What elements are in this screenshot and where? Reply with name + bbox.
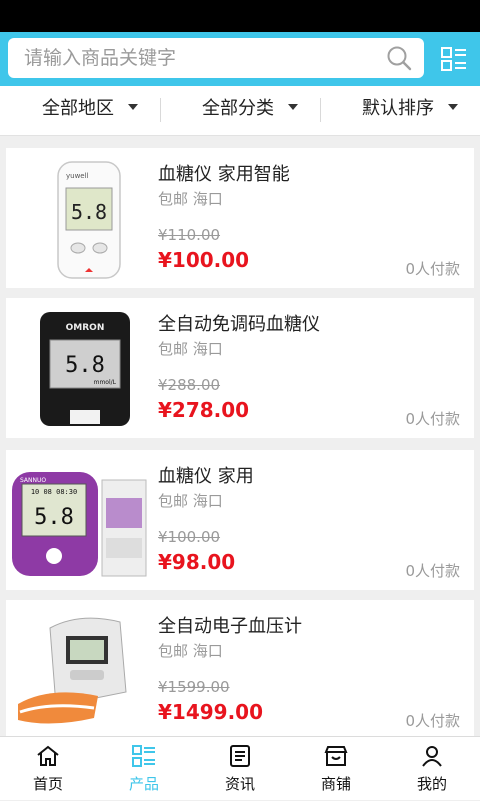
product-price: ¥98.00	[158, 550, 236, 574]
sold-count: 0人付款	[405, 260, 460, 278]
tab-home-label: 首页	[32, 775, 63, 793]
product-card[interactable]: yuwell 5.8 血糖仪 家用智能 包邮 海口 ¥110.00 ¥100.0…	[6, 148, 474, 288]
bottom-tab-bar: 首页 产品 资讯 商铺 我的	[0, 736, 480, 800]
chevron-down-icon	[128, 104, 138, 110]
tab-home[interactable]: 首页	[0, 737, 96, 801]
sold-count: 0人付款	[405, 562, 460, 580]
brand-text: yuwell	[66, 172, 89, 180]
glucose-meter-image: yuwell 5.8	[57, 161, 121, 279]
search-input[interactable]: 请输入商品关键字	[8, 38, 424, 78]
search-icon[interactable]	[386, 45, 412, 71]
tab-stores[interactable]: 商铺	[288, 737, 384, 801]
product-name: 血糖仪 家用	[158, 466, 254, 487]
product-card[interactable]: 全自动电子血压计 包邮 海口 ¥1599.00 ¥1499.00 0人付款	[6, 600, 474, 740]
tab-profile[interactable]: 我的	[384, 737, 480, 801]
glucose-meter-image: SANNUO 10 08 08:30 5.8	[12, 472, 147, 577]
news-icon	[230, 745, 250, 767]
original-price: ¥288.00	[158, 376, 221, 394]
product-price: ¥100.00	[158, 248, 250, 272]
chevron-down-icon	[448, 104, 458, 110]
chevron-down-icon	[288, 104, 298, 110]
product-location: 包邮 海口	[158, 642, 223, 660]
tab-stores-label: 商铺	[320, 775, 351, 793]
category-menu-icon[interactable]	[440, 45, 468, 73]
filter-category[interactable]: 全部分类	[202, 86, 298, 136]
product-name: 全自动免调码血糖仪	[158, 314, 320, 335]
display-unit: mmol/L	[94, 379, 117, 386]
filter-divider	[320, 98, 321, 122]
filter-region[interactable]: 全部地区	[42, 86, 138, 136]
sold-count: 0人付款	[405, 410, 460, 428]
search-placeholder: 请输入商品关键字	[24, 47, 177, 69]
product-name: 血糖仪 家用智能	[158, 164, 290, 185]
blood-pressure-monitor-image	[18, 617, 127, 724]
product-name: 全自动电子血压计	[158, 616, 302, 637]
product-card[interactable]: OMRON 5.8 mmol/L 全自动免调码血糖仪 包邮 海口 ¥288.00…	[6, 298, 474, 438]
product-location: 包邮 海口	[158, 340, 223, 358]
display-reading: 5.8	[65, 353, 105, 378]
tab-news-label: 资讯	[224, 775, 255, 793]
display-reading: 5.8	[71, 200, 107, 224]
filter-sort[interactable]: 默认排序	[362, 86, 458, 136]
original-price: ¥100.00	[158, 528, 221, 546]
home-icon	[37, 745, 59, 766]
filter-region-label: 全部地区	[42, 98, 114, 119]
tab-profile-label: 我的	[416, 775, 447, 793]
product-price: ¥278.00	[158, 398, 250, 422]
status-bar	[0, 0, 480, 32]
original-price: ¥110.00	[158, 226, 221, 244]
filter-sort-label: 默认排序	[362, 98, 434, 119]
brand-text: SANNUO	[20, 477, 46, 484]
sold-count: 0人付款	[405, 712, 460, 730]
store-icon	[324, 746, 348, 766]
tab-products-label: 产品	[128, 775, 159, 793]
product-price: ¥1499.00	[158, 700, 264, 724]
tab-products[interactable]: 产品	[96, 737, 192, 801]
filter-divider	[160, 98, 161, 122]
filter-category-label: 全部分类	[202, 98, 274, 119]
filter-bar: 全部地区 全部分类 默认排序	[0, 86, 480, 136]
user-icon	[422, 746, 442, 767]
brand-text: OMRON	[66, 323, 105, 333]
list-icon	[132, 745, 155, 767]
display-time: 10 08 08:30	[31, 488, 77, 496]
header: 请输入商品关键字	[0, 32, 480, 86]
product-location: 包邮 海口	[158, 492, 223, 510]
glucose-meter-image: OMRON 5.8 mmol/L	[40, 312, 130, 426]
product-card[interactable]: SANNUO 10 08 08:30 5.8 血糖仪 家用 包邮 海口 ¥100…	[6, 450, 474, 590]
tab-news[interactable]: 资讯	[192, 737, 288, 801]
display-reading: 5.8	[34, 505, 74, 530]
original-price: ¥1599.00	[158, 678, 230, 696]
product-location: 包邮 海口	[158, 190, 223, 208]
